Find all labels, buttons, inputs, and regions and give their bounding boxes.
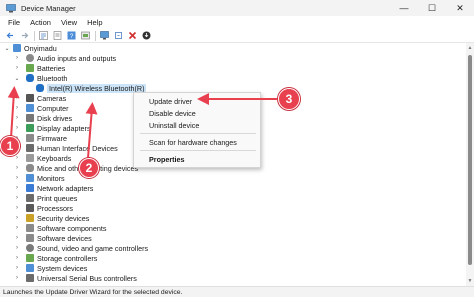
callout-1: 1	[0, 136, 20, 156]
callout-1-arrow	[7, 86, 20, 139]
callout-2: 2	[79, 158, 99, 178]
status-bar: Launches the Update Driver Wizard for th…	[0, 286, 474, 297]
callout-2-arrow	[85, 102, 98, 159]
annotation-arrows	[7, 86, 277, 159]
status-text: Launches the Update Driver Wizard for th…	[3, 288, 183, 296]
callout-3: 3	[278, 88, 300, 110]
